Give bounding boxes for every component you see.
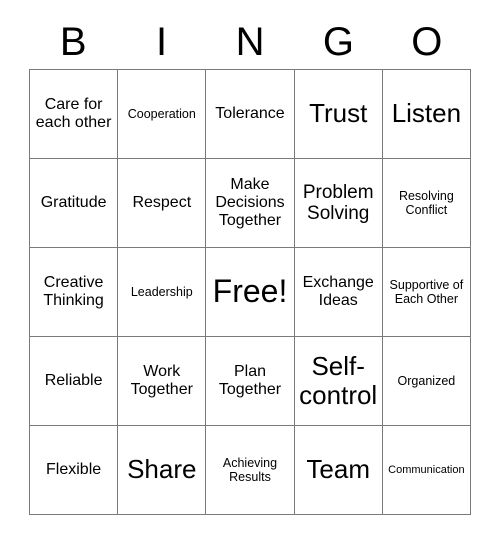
bingo-cell[interactable]: Problem Solving [294, 159, 383, 248]
bingo-cell-label: Gratitude [40, 194, 107, 212]
bingo-cell-label: Exchange Ideas [302, 274, 374, 309]
bingo-cell-label: Respect [132, 194, 192, 212]
bingo-cell-label: Self-control [299, 350, 378, 410]
bingo-cell[interactable]: Supportive of Each Other [382, 248, 471, 337]
bingo-cell[interactable]: Listen [382, 70, 471, 159]
bingo-cell[interactable]: Trust [294, 70, 383, 159]
bingo-cell[interactable]: Resolving Conflict [382, 159, 471, 248]
bingo-cell-label: Make Decisions Together [215, 176, 285, 229]
bingo-cell-label: Free! [212, 273, 288, 310]
bingo-cell-label: Work Together [130, 363, 193, 398]
bingo-cell[interactable]: Organized [382, 337, 471, 426]
bingo-card: B I N G O Care for each other Cooperation… [0, 0, 500, 544]
bingo-header-letter-b: B [59, 20, 87, 64]
bingo-cell-label: Reliable [44, 372, 103, 390]
bingo-cell[interactable]: Flexible [30, 426, 119, 515]
bingo-free-space[interactable]: Free! [206, 248, 295, 337]
bingo-cell[interactable]: Respect [118, 159, 207, 248]
bingo-cell[interactable]: Communication [382, 426, 471, 515]
bingo-cell-label: Listen [391, 98, 462, 129]
bingo-cell-label: Leadership [130, 285, 193, 299]
bingo-cell-label: Resolving Conflict [398, 189, 454, 217]
bingo-cell-label: Share [127, 454, 197, 485]
bingo-cell-label: Cooperation [127, 107, 196, 121]
bingo-cell[interactable]: Team [294, 426, 383, 515]
bingo-cell[interactable]: Self-control [294, 337, 383, 426]
bingo-cell[interactable]: Exchange Ideas [294, 248, 383, 337]
bingo-cell[interactable]: Work Together [118, 337, 207, 426]
bingo-cell[interactable]: Cooperation [118, 70, 207, 159]
bingo-grid: Care for each other Cooperation Tolerance T… [29, 69, 471, 515]
bingo-header: B I N G O [29, 16, 471, 68]
bingo-cell-label: Creative Thinking [43, 274, 104, 309]
bingo-header-letter-g: G [322, 20, 354, 64]
bingo-cell-label: Achieving Results [222, 456, 278, 484]
bingo-cell[interactable]: Tolerance [206, 70, 295, 159]
bingo-cell-label: Communication [388, 463, 465, 476]
bingo-header-letter-i: I [156, 20, 168, 64]
bingo-header-letter-n: N [235, 20, 265, 64]
bingo-cell-label: Problem Solving [302, 181, 374, 224]
bingo-header-letter-o: O [411, 20, 443, 64]
bingo-cell-label: Plan Together [218, 363, 282, 398]
bingo-cell-label: Supportive of Each Other [389, 278, 464, 306]
bingo-cell[interactable]: Care for each other [30, 70, 119, 159]
bingo-cell-label: Team [306, 454, 370, 485]
bingo-cell[interactable]: Creative Thinking [30, 248, 119, 337]
bingo-cell-label: Care for each other [35, 96, 112, 131]
bingo-cell[interactable]: Achieving Results [206, 426, 295, 515]
bingo-cell[interactable]: Plan Together [206, 337, 295, 426]
bingo-cell-label: Flexible [46, 461, 102, 479]
bingo-cell[interactable]: Gratitude [30, 159, 119, 248]
bingo-cell[interactable]: Share [118, 426, 207, 515]
bingo-cell[interactable]: Make Decisions Together [206, 159, 295, 248]
bingo-cell[interactable]: Leadership [118, 248, 207, 337]
bingo-cell[interactable]: Reliable [30, 337, 119, 426]
bingo-cell-label: Organized [397, 374, 456, 388]
bingo-cell-label: Tolerance [215, 105, 285, 123]
bingo-cell-label: Trust [309, 98, 368, 129]
